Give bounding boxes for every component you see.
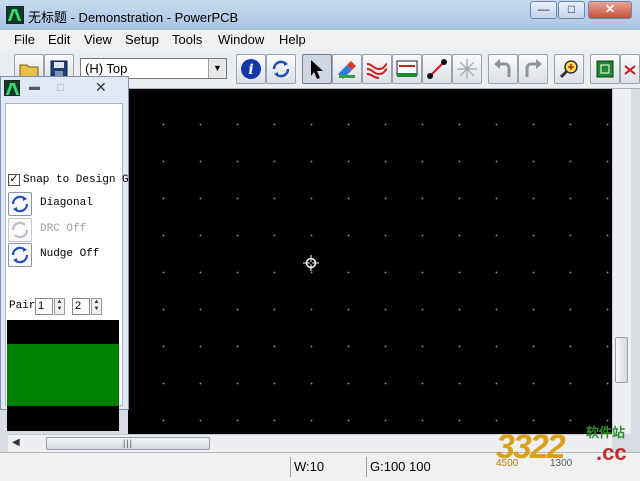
route-line-icon[interactable] xyxy=(422,54,452,84)
fw-maximize-icon[interactable]: □ xyxy=(57,80,64,94)
svg-text:i: i xyxy=(248,62,253,78)
design-toolbar-window: ▬ □ ✕ ✓ Snap to Design G Diagonal DRC Of… xyxy=(0,76,129,431)
scroll-left-icon[interactable]: ◀ xyxy=(12,437,20,448)
more-tools-icon[interactable] xyxy=(620,54,640,84)
menu-setup[interactable]: Setup xyxy=(125,32,159,47)
drafting-toolbar-icon[interactable] xyxy=(332,54,362,84)
powerpcb-app-icon xyxy=(4,80,20,96)
menu-help[interactable]: Help xyxy=(279,32,306,47)
nudge-cycle-icon[interactable] xyxy=(8,243,32,267)
site-watermark-logo: 软件站 3322 .cc 4500 1300 xyxy=(488,420,638,478)
snap-checkbox[interactable]: ✓ xyxy=(8,174,20,186)
close-button[interactable]: ✕ xyxy=(588,1,632,19)
undo-icon[interactable] xyxy=(488,54,518,84)
window-title: 无标题 - Demonstration - PowerPCB xyxy=(28,10,239,25)
refresh-icon[interactable] xyxy=(266,54,296,84)
board-view-icon[interactable] xyxy=(590,54,620,84)
ratsnest-icon[interactable] xyxy=(452,54,482,84)
drc-off-label: DRC Off xyxy=(40,223,87,235)
menu-window[interactable]: Window xyxy=(218,32,264,47)
powerpcb-app-icon[interactable] xyxy=(6,6,24,24)
select-pointer-icon[interactable] xyxy=(302,54,332,84)
design-canvas[interactable] xyxy=(128,89,612,434)
chevron-down-icon[interactable]: ▼ xyxy=(208,59,226,78)
pair-spinner-2-arrows[interactable]: ▲ ▼ xyxy=(91,298,102,315)
horizontal-scroll-thumb[interactable]: ||| xyxy=(46,437,210,450)
menu-edit[interactable]: Edit xyxy=(48,32,70,47)
diagonal-cycle-icon[interactable] xyxy=(8,192,32,216)
layer-dropdown-value: (H) Top xyxy=(85,61,128,76)
drc-cycle-icon[interactable] xyxy=(8,218,32,242)
design-options-panel: ✓ Snap to Design G Diagonal DRC Off Nudg… xyxy=(5,103,129,431)
watermark-suffix: .cc xyxy=(596,440,627,465)
menu-tools[interactable]: Tools xyxy=(172,32,202,47)
vertical-scroll-thumb[interactable] xyxy=(615,337,628,383)
watermark-small-left: 4500 xyxy=(496,458,519,469)
status-width: W:10 xyxy=(290,457,324,477)
watermark-small-right: 1300 xyxy=(550,458,573,469)
layer-color-preview xyxy=(7,320,119,431)
layer-color-swatch xyxy=(7,344,119,406)
pair-spinner-1[interactable]: 1 xyxy=(35,298,53,315)
info-icon[interactable]: i xyxy=(236,54,266,84)
maximize-button[interactable]: □ xyxy=(558,1,585,19)
fw-minimize-icon[interactable]: ▬ xyxy=(29,81,40,93)
watermark-site-text: 软件站 xyxy=(586,425,626,440)
pair-spinner-2[interactable]: 2 xyxy=(72,298,90,315)
route-traces-icon[interactable] xyxy=(362,54,392,84)
zoom-icon[interactable] xyxy=(554,54,584,84)
pair-label: Pair xyxy=(9,300,36,312)
menu-view[interactable]: View xyxy=(84,32,112,47)
origin-marker-icon xyxy=(303,255,319,271)
menu-file[interactable]: File xyxy=(14,32,35,47)
design-toolbar-titlebar[interactable]: ▬ □ ✕ xyxy=(1,77,128,99)
dimension-icon[interactable] xyxy=(392,54,422,84)
menu-bar: File Edit View Setup Tools Window Help xyxy=(0,30,640,50)
diagonal-label: Diagonal xyxy=(40,197,93,209)
minimize-button[interactable]: — xyxy=(530,1,557,19)
fw-close-icon[interactable]: ✕ xyxy=(95,79,107,96)
title-bar: 无标题 - Demonstration - PowerPCB — □ ✕ xyxy=(0,0,640,31)
redo-icon[interactable] xyxy=(518,54,548,84)
vertical-scrollbar[interactable] xyxy=(612,89,631,434)
pair-spinner-1-arrows[interactable]: ▲ ▼ xyxy=(54,298,65,315)
snap-to-design-grid-label: Snap to Design G xyxy=(23,174,129,186)
nudge-off-label: Nudge Off xyxy=(40,248,100,260)
status-grid: G:100 100 xyxy=(366,457,431,477)
